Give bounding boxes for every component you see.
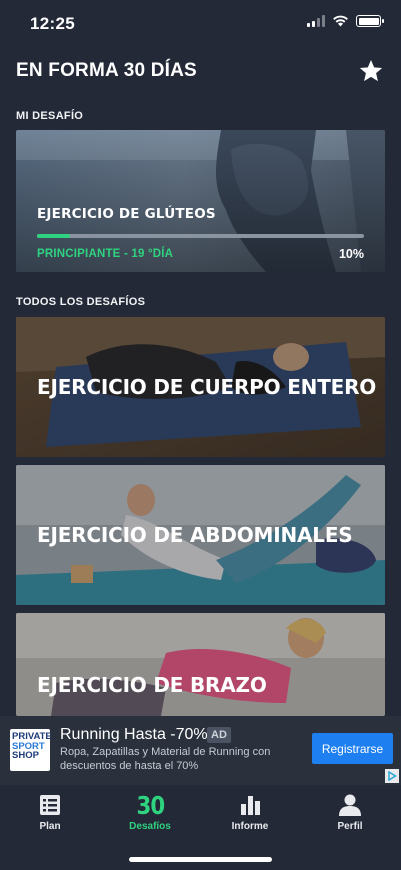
abs-challenge-card[interactable]: EJERCICIO DE ABDOMINALES xyxy=(16,465,385,605)
tab-challenges-number: 30 xyxy=(136,791,165,820)
tab-report-label: Informe xyxy=(231,821,269,832)
full-body-title: EJERCICIO DE CUERPO ENTERO xyxy=(37,375,377,399)
wifi-icon xyxy=(333,15,348,27)
ad-register-button[interactable]: Registrarse xyxy=(312,733,393,764)
challenge-percent: 10% xyxy=(338,247,364,261)
ad-title: Running Hasta -70% xyxy=(60,726,208,743)
abs-title: EJERCICIO DE ABDOMINALES xyxy=(37,523,353,547)
full-body-challenge-card[interactable]: EJERCICIO DE CUERPO ENTERO xyxy=(16,317,385,457)
ad-badge: AD xyxy=(207,727,231,743)
tab-plan[interactable]: Plan xyxy=(15,793,85,832)
tab-challenges-label: Desafíos xyxy=(129,821,171,832)
adchoices-icon[interactable] xyxy=(385,769,399,783)
status-icons xyxy=(307,15,384,27)
ad-brand-logo: PRIVATE SPORT SHOP xyxy=(10,729,52,771)
bar-chart-icon xyxy=(241,796,260,815)
all-challenges-section-label: TODOS LOS DESAFÍOS xyxy=(16,296,146,308)
cellular-signal-icon xyxy=(307,15,325,27)
challenge-progress-bar xyxy=(37,234,364,238)
tab-profile-label: Perfil xyxy=(337,821,363,832)
my-challenge-card[interactable]: EJERCICIO DE GLÚTEOS PRINCIPIANTE - 19 °… xyxy=(16,130,385,272)
arm-title: EJERCICIO DE BRAZO xyxy=(37,673,267,697)
ad-banner[interactable]: PRIVATE SPORT SHOP Running Hasta -70% AD… xyxy=(0,716,401,785)
status-bar: 12:25 xyxy=(0,0,401,48)
home-indicator[interactable] xyxy=(129,857,272,862)
arm-challenge-card[interactable]: EJERCICIO DE BRAZO xyxy=(16,613,385,716)
tab-profile[interactable]: Perfil xyxy=(315,793,385,832)
tab-challenges[interactable]: 30 Desafíos xyxy=(115,791,185,833)
tab-plan-label: Plan xyxy=(39,821,61,832)
my-challenge-title: EJERCICIO DE GLÚTEOS xyxy=(37,206,216,222)
my-challenge-section-label: MI DESAFÍO xyxy=(16,110,84,122)
person-icon xyxy=(339,794,361,816)
battery-icon xyxy=(356,15,384,27)
challenge-level-label: PRINCIPIANTE - 19 °DÍA xyxy=(37,248,174,260)
tab-report[interactable]: Informe xyxy=(215,793,285,832)
favorite-star-icon[interactable] xyxy=(358,58,384,84)
challenge-progress-fill xyxy=(37,234,70,238)
ad-description: Ropa, Zapatillas y Material de Running c… xyxy=(60,746,271,772)
page-title: EN FORMA 30 DÍAS xyxy=(16,60,197,81)
list-icon xyxy=(40,795,60,815)
status-time: 12:25 xyxy=(30,14,75,33)
arm-workout-photo xyxy=(16,613,385,716)
